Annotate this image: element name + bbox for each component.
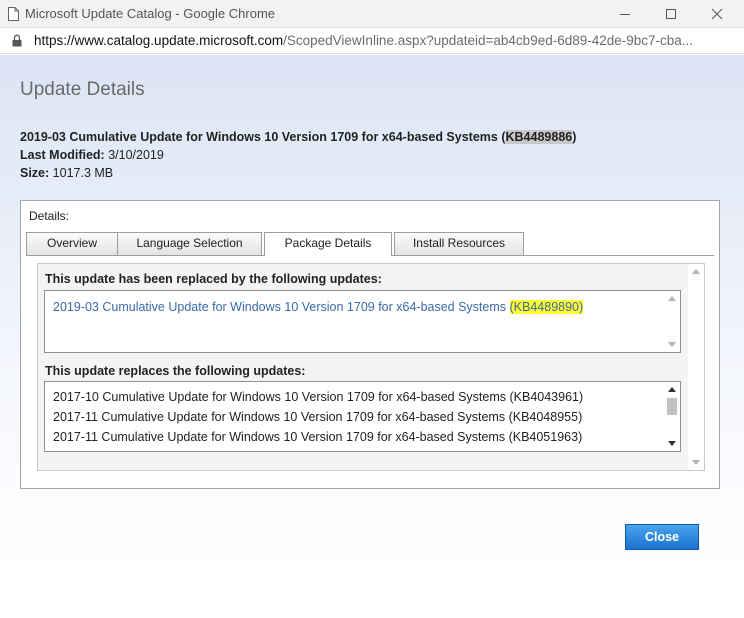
replacement-kb[interactable]: (KB4489890) — [509, 300, 584, 314]
page-icon — [8, 7, 19, 21]
tab-package-details[interactable]: Package Details — [264, 232, 392, 256]
url-path: /ScopedViewInline.aspx?updateid=ab4cb9ed… — [283, 33, 694, 48]
scroll-down-arrow-icon[interactable] — [692, 460, 700, 465]
replaced-by-list[interactable]: 2019-03 Cumulative Update for Windows 10… — [44, 290, 681, 353]
scroll-up-arrow-icon[interactable] — [692, 269, 700, 274]
replaces-heading: This update replaces the following updat… — [45, 364, 306, 378]
list-item: 2017-10 Cumulative Update for Windows 10… — [53, 390, 584, 404]
minimize-icon[interactable] — [613, 4, 637, 24]
page-title: Update Details — [20, 79, 145, 100]
package-details-panel: This update has been replaced by the fol… — [37, 263, 705, 471]
replaces-list[interactable]: 2017-10 Cumulative Update for Windows 10… — [44, 381, 681, 452]
list-item: 2017-11 Cumulative Update for Windows 10… — [53, 410, 583, 424]
size: Size: 1017.3 MB — [20, 166, 114, 180]
window-title: Microsoft Update Catalog - Google Chrome — [25, 6, 276, 21]
list-item: 2017-11 Cumulative Update for Windows 10… — [53, 430, 583, 444]
maximize-icon[interactable] — [659, 4, 683, 24]
update-kb: KB4489886 — [505, 130, 573, 144]
tab-install-resources[interactable]: Install Resources — [394, 232, 524, 255]
close-icon[interactable] — [705, 4, 729, 24]
update-details-dialog: Update Details 2019-03 Cumulative Update… — [0, 55, 744, 618]
url-host: https://www.catalog.update.microsoft.com — [34, 33, 284, 48]
window-titlebar: Microsoft Update Catalog - Google Chrome — [0, 0, 744, 28]
url-text[interactable]: https://www.catalog.update.microsoft.com… — [34, 33, 734, 48]
scroll-down-arrow-icon[interactable] — [668, 342, 676, 347]
details-label: Details: — [29, 209, 70, 223]
list-scrollbar[interactable] — [664, 291, 680, 352]
details-box: Details: Overview Language Selection Pac… — [20, 200, 720, 489]
replaced-by-heading: This update has been replaced by the fol… — [45, 272, 382, 286]
list-item[interactable]: 2019-03 Cumulative Update for Windows 10… — [53, 300, 584, 314]
tab-language-selection[interactable]: Language Selection — [117, 232, 262, 255]
update-summary: 2019-03 Cumulative Update for Windows 10… — [20, 128, 576, 182]
last-modified: Last Modified: 3/10/2019 — [20, 148, 164, 162]
scroll-up-arrow-icon[interactable] — [668, 296, 676, 301]
lock-icon — [12, 34, 22, 47]
replacement-update-link[interactable]: 2019-03 Cumulative Update for Windows 10… — [53, 300, 510, 314]
scroll-thumb[interactable] — [667, 398, 677, 415]
scroll-down-arrow-icon[interactable] — [668, 441, 676, 446]
tab-overview[interactable]: Overview — [26, 232, 118, 255]
update-title: 2019-03 Cumulative Update for Windows 10… — [20, 130, 577, 144]
list-scrollbar[interactable] — [664, 382, 680, 451]
close-button[interactable]: Close — [625, 524, 699, 550]
scroll-up-arrow-icon[interactable] — [668, 387, 676, 392]
address-bar[interactable]: https://www.catalog.update.microsoft.com… — [0, 28, 744, 54]
panel-scrollbar[interactable] — [688, 264, 704, 470]
